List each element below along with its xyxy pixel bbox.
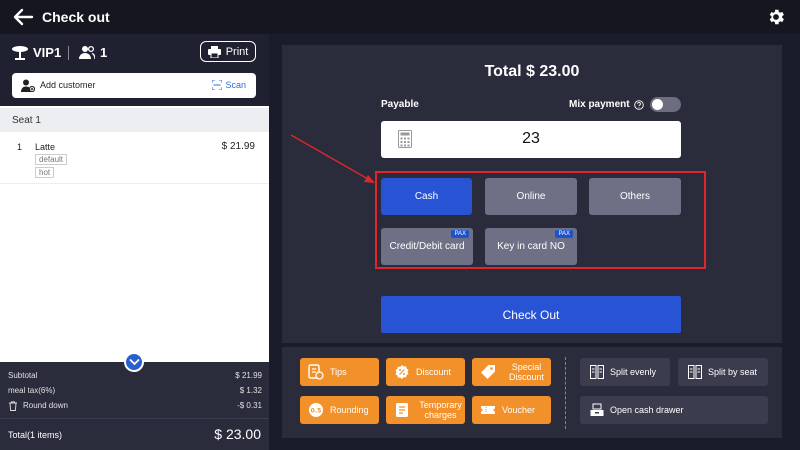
help-icon[interactable]	[633, 99, 644, 110]
print-label: Print	[225, 45, 249, 58]
scan-icon	[212, 80, 223, 90]
total-value: $ 23.00	[214, 426, 261, 442]
add-customer-button[interactable]: Add customer Scan	[12, 73, 256, 98]
check-out-button[interactable]: Check Out	[381, 296, 681, 333]
people-icon	[79, 45, 95, 60]
receipt-icon	[396, 403, 408, 417]
pax-badge: PAX	[555, 230, 573, 238]
discount-label: Discount	[416, 367, 452, 377]
top-bar: Check out	[0, 0, 800, 34]
tax-row: meal tax(6%) $ 1.32	[8, 386, 262, 395]
table-name: VIP1	[33, 45, 62, 60]
special-discount-button[interactable]: Special Discount	[472, 358, 551, 386]
tips-icon	[308, 364, 324, 380]
temporary-charges-button[interactable]: Temporary charges	[386, 396, 465, 424]
discount-button[interactable]: Discount	[386, 358, 465, 386]
chevron-down-icon	[129, 358, 140, 366]
actions-divider	[565, 357, 566, 429]
divider	[68, 46, 69, 60]
key-in-card-label: Key in card NO	[497, 241, 565, 252]
actions-panel: Tips Discount Special Discount 0.5 Round…	[282, 347, 782, 438]
back-arrow-icon[interactable]	[12, 7, 34, 27]
others-button[interactable]: Others	[589, 178, 681, 215]
tips-button[interactable]: Tips	[300, 358, 379, 386]
item-name: Latte	[35, 142, 56, 152]
payable-label: Payable	[381, 99, 419, 110]
scan-button[interactable]: Scan	[212, 80, 246, 90]
tag-icon	[481, 365, 495, 379]
split-by-seat-icon	[688, 365, 702, 379]
guest-count: 1	[100, 45, 108, 60]
temporary-charges-label: Temporary charges	[419, 400, 462, 420]
table-icon	[12, 46, 28, 60]
print-button[interactable]: Print	[200, 41, 256, 62]
special-discount-label: Special Discount	[508, 362, 544, 382]
total-label: Total(1 items)	[8, 430, 63, 440]
order-header: VIP1 1 Print Add customer Scan	[0, 34, 269, 106]
item-modifier: hot	[35, 167, 55, 178]
payment-panel: Total $ 23.00 Payable Mix payment 23 Cas…	[282, 45, 782, 343]
round-down-value: -$ 0.31	[237, 401, 262, 410]
tips-label: Tips	[330, 367, 347, 377]
order-summary: Subtotal $ 21.99 meal tax(6%) $ 1.32 Rou…	[0, 362, 269, 450]
printer-icon	[207, 45, 221, 58]
cash-drawer-icon	[590, 403, 604, 416]
cash-label: Cash	[414, 191, 439, 202]
order-panel: VIP1 1 Print Add customer Scan Seat 1 1 …	[0, 34, 269, 450]
add-customer-label: Add customer	[40, 80, 96, 90]
round-down-row: Round down -$ 0.31	[8, 401, 262, 411]
others-label: Others	[619, 191, 650, 202]
add-user-icon	[21, 79, 35, 92]
gear-icon[interactable]	[766, 7, 786, 27]
tax-label: meal tax(6%)	[8, 386, 56, 395]
total-row: Total(1 items) $ 23.00	[0, 418, 269, 450]
list-item[interactable]: 1 Latte $ 21.99 default hot	[0, 134, 269, 184]
credit-debit-card-label: Credit/Debit card	[389, 241, 465, 252]
discount-icon	[395, 365, 409, 379]
seat-header: Seat 1	[0, 108, 269, 132]
mix-payment-text: Mix payment	[569, 99, 630, 110]
credit-debit-card-button[interactable]: PAX Credit/Debit card	[381, 228, 473, 265]
cash-button[interactable]: Cash	[381, 178, 472, 215]
item-price: $ 21.99	[221, 141, 255, 152]
online-label: Online	[516, 191, 546, 202]
split-evenly-button[interactable]: Split evenly	[580, 358, 670, 386]
open-cash-drawer-button[interactable]: Open cash drawer	[580, 396, 768, 424]
pax-badge: PAX	[451, 230, 469, 238]
page-title: Check out	[42, 9, 110, 25]
rounding-label: Rounding	[330, 405, 369, 415]
key-in-card-button[interactable]: PAX Key in card NO	[485, 228, 577, 265]
check-out-label: Check Out	[502, 307, 560, 322]
rounding-button[interactable]: 0.5 Rounding	[300, 396, 379, 424]
expand-summary-button[interactable]	[124, 352, 144, 372]
tax-value: $ 1.32	[239, 386, 262, 395]
voucher-icon	[481, 406, 495, 414]
subtotal-row: Subtotal $ 21.99	[8, 371, 262, 380]
online-button[interactable]: Online	[485, 178, 577, 215]
subtotal-label: Subtotal	[8, 371, 38, 380]
split-by-seat-label: Split by seat	[708, 367, 758, 377]
split-evenly-icon	[590, 365, 604, 379]
item-modifier: default	[35, 154, 68, 165]
trash-icon[interactable]	[8, 401, 18, 411]
open-cash-drawer-label: Open cash drawer	[610, 405, 684, 415]
scan-label: Scan	[225, 80, 246, 90]
toggle-knob	[652, 99, 663, 110]
rounding-icon: 0.5	[309, 403, 323, 417]
svg-text:0.5: 0.5	[311, 408, 322, 415]
split-by-seat-button[interactable]: Split by seat	[678, 358, 768, 386]
mix-payment-toggle[interactable]	[650, 97, 681, 112]
subtotal-value: $ 21.99	[235, 371, 262, 380]
voucher-label: Voucher	[502, 405, 536, 415]
payable-amount-input[interactable]: 23	[381, 121, 681, 158]
payable-amount-value: 23	[522, 130, 540, 147]
item-qty: 1	[17, 142, 23, 152]
mix-payment-label: Mix payment	[569, 99, 644, 110]
split-evenly-label: Split evenly	[610, 367, 657, 377]
payment-total-title: Total $ 23.00	[484, 63, 580, 80]
round-down-label: Round down	[23, 401, 68, 411]
voucher-button[interactable]: Voucher	[472, 396, 551, 424]
